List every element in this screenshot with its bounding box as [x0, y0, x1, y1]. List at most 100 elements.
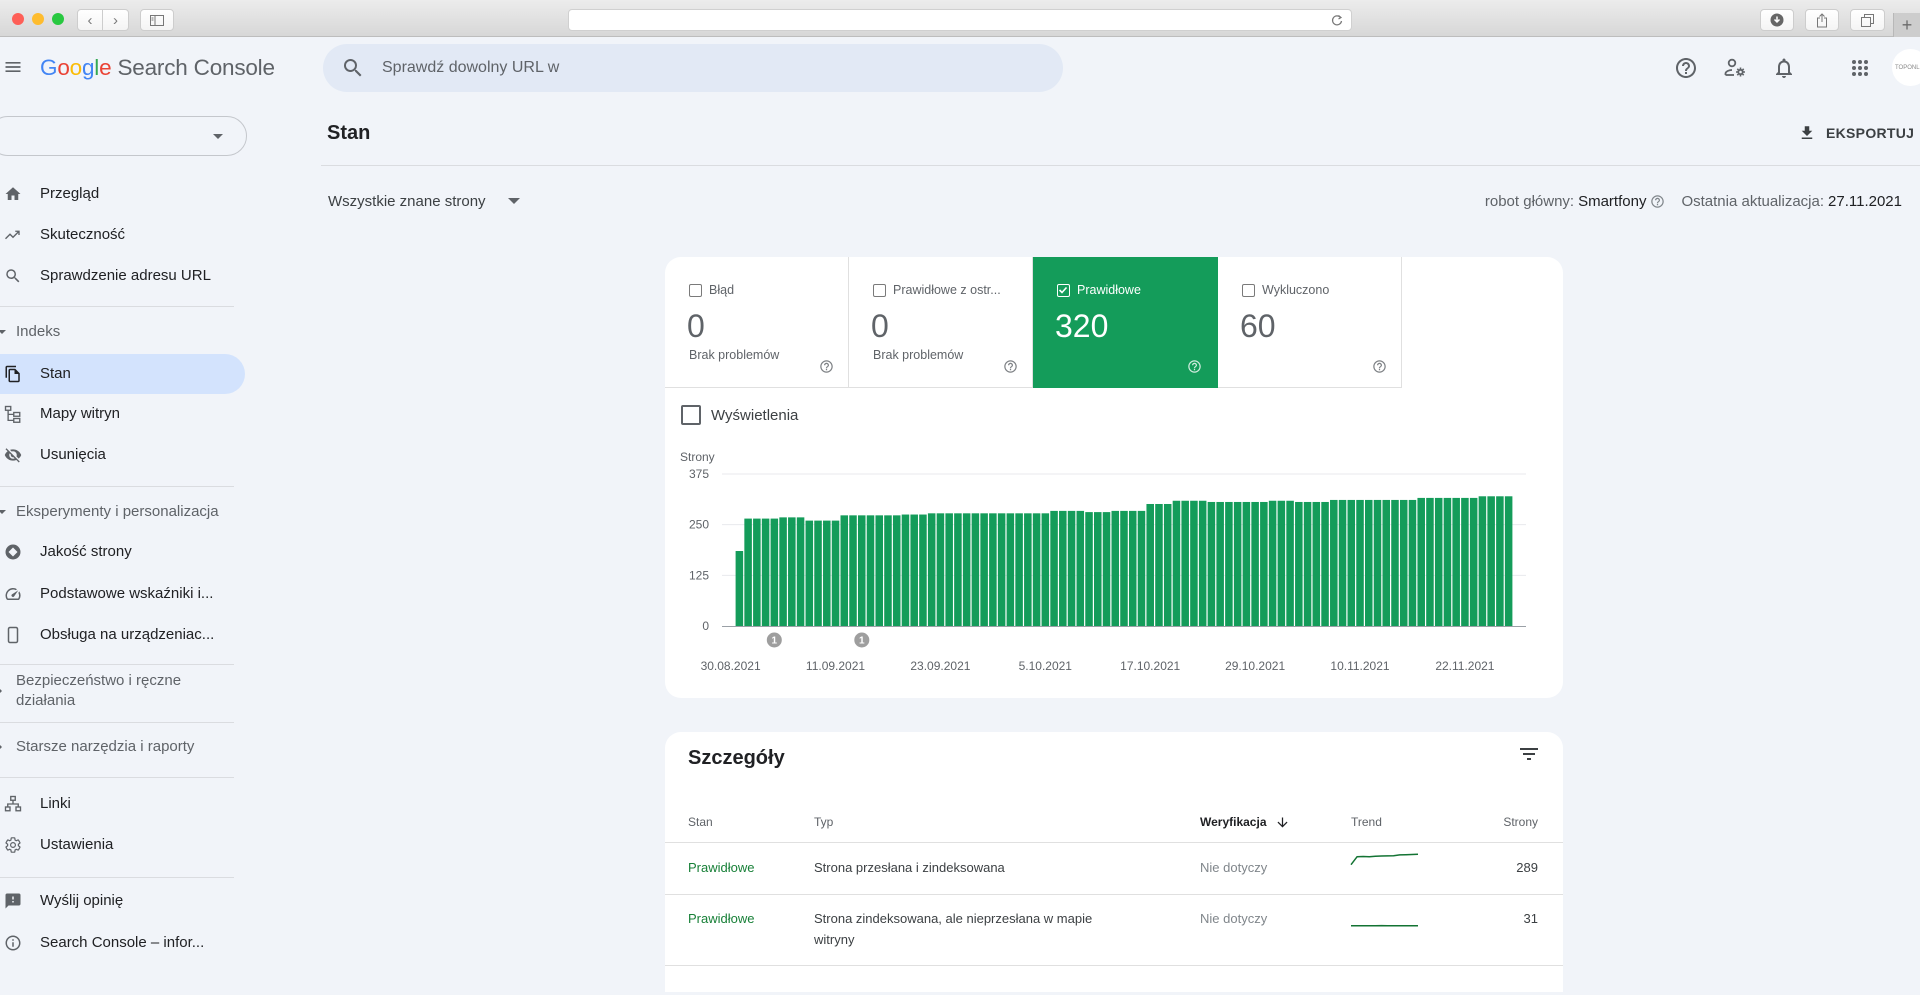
chart-bar[interactable]	[937, 513, 945, 626]
chart-bar[interactable]	[1260, 502, 1268, 626]
chart-bar[interactable]	[1496, 496, 1504, 626]
sidebar-item-performance[interactable]: Skuteczność	[0, 215, 245, 255]
address-bar[interactable]	[568, 9, 1352, 31]
chart-bar[interactable]	[1251, 502, 1259, 626]
impressions-checkbox[interactable]	[681, 405, 701, 425]
chart-bar[interactable]	[1199, 501, 1207, 626]
share-button[interactable]	[1805, 9, 1839, 31]
chart-bar[interactable]	[1216, 502, 1224, 626]
main-menu-button[interactable]	[3, 56, 23, 78]
chart-bar[interactable]	[841, 515, 849, 626]
chart-bar[interactable]	[893, 515, 901, 626]
chart-bar[interactable]	[1111, 511, 1119, 626]
chart-bar[interactable]	[1164, 504, 1172, 626]
checkbox[interactable]	[689, 284, 702, 297]
chart-bar[interactable]	[1295, 502, 1303, 626]
chart-bar[interactable]	[762, 519, 770, 626]
help-icon[interactable]	[1187, 359, 1202, 374]
sidebar-item-removals[interactable]: Usunięcia	[0, 435, 245, 475]
checkbox[interactable]	[1242, 284, 1255, 297]
sidebar-item-sitemaps[interactable]: Mapy witryn	[0, 394, 245, 434]
chart-bar[interactable]	[779, 517, 787, 626]
chart-bar[interactable]	[788, 517, 796, 626]
help-icon[interactable]	[1372, 359, 1387, 374]
chart-bar[interactable]	[1461, 498, 1469, 626]
chart-bar[interactable]	[736, 551, 744, 626]
downloads-button[interactable]	[1760, 9, 1794, 31]
chart-bar[interactable]	[1024, 513, 1032, 626]
chart-bar[interactable]	[1374, 500, 1382, 626]
sidebar-item-url-inspection[interactable]: Sprawdzenie adresu URL	[0, 256, 245, 296]
minimize-window-button[interactable]	[32, 13, 44, 25]
chart-bar[interactable]	[1208, 502, 1216, 626]
zoom-window-button[interactable]	[52, 13, 64, 25]
chart-bar[interactable]	[1059, 511, 1067, 626]
chart-bar[interactable]	[1120, 511, 1128, 626]
chart-bar[interactable]	[1321, 502, 1329, 626]
summary-tab-valid-with-warnings[interactable]: Prawidłowe z ostr... 0 Brak problemów	[849, 257, 1033, 388]
chart-bar[interactable]	[1330, 500, 1338, 626]
chart-bar[interactable]	[1007, 513, 1015, 626]
chart-bar[interactable]	[1155, 504, 1163, 626]
summary-tab-valid[interactable]: Prawidłowe 320	[1033, 257, 1218, 388]
chart-bar[interactable]	[1417, 498, 1425, 626]
close-window-button[interactable]	[12, 13, 24, 25]
new-tab-button[interactable]: +	[1893, 13, 1920, 37]
chart-bar[interactable]	[1129, 511, 1137, 626]
chart-bar[interactable]	[814, 521, 822, 626]
property-selector[interactable]	[0, 116, 247, 156]
chart-bar[interactable]	[823, 521, 831, 626]
google-apps-button[interactable]	[1848, 56, 1872, 80]
summary-tab-excluded[interactable]: Wykluczono 60	[1218, 257, 1402, 388]
chart-bar[interactable]	[1435, 498, 1443, 626]
chart-bar[interactable]	[963, 513, 971, 626]
url-inspection-search[interactable]	[323, 44, 1063, 92]
chart-bar[interactable]	[1339, 500, 1347, 626]
checkbox[interactable]	[873, 284, 886, 297]
table-row[interactable]: Prawidłowe Strona przesłana i zindeksowa…	[665, 842, 1563, 894]
chart-bar[interactable]	[1190, 501, 1198, 626]
page-type-filter-dropdown[interactable]: Wszystkie znane strony	[328, 190, 520, 212]
chart-bar[interactable]	[972, 513, 980, 626]
chart-bar[interactable]	[1426, 498, 1434, 626]
chart-bar[interactable]	[1391, 500, 1399, 626]
help-icon[interactable]	[1650, 194, 1665, 209]
chart-bar[interactable]	[1234, 502, 1242, 626]
chart-bar[interactable]	[998, 513, 1006, 626]
sidebar-item-core-web-vitals[interactable]: Podstawowe wskaźniki i...	[0, 574, 245, 614]
forward-button[interactable]: ›	[103, 9, 129, 31]
sidebar-item-links[interactable]: Linki	[0, 784, 245, 824]
chart-bar[interactable]	[989, 513, 997, 626]
chart-bar[interactable]	[867, 515, 875, 626]
chart-bar[interactable]	[1278, 501, 1286, 626]
chart-bar[interactable]	[1085, 512, 1093, 626]
chart-bar[interactable]	[1138, 511, 1146, 626]
chart-bar[interactable]	[1042, 513, 1050, 626]
reload-icon[interactable]	[1331, 14, 1343, 27]
chart-bar[interactable]	[980, 513, 988, 626]
export-button[interactable]: EKSPORTUJ	[1798, 120, 1914, 146]
chart-bar[interactable]	[1365, 500, 1373, 626]
column-header-pages[interactable]: Strony	[1503, 802, 1538, 842]
chart-bar[interactable]	[1470, 498, 1478, 626]
chart-bar[interactable]	[884, 515, 892, 626]
chart-bar[interactable]	[1313, 502, 1321, 626]
chart-bar[interactable]	[1181, 501, 1189, 626]
chart-bar[interactable]	[771, 519, 779, 626]
chart-bar[interactable]	[744, 519, 752, 626]
chart-bar[interactable]	[1286, 501, 1294, 626]
chart-bar[interactable]	[797, 517, 805, 626]
sidebar-item-mobile-usability[interactable]: Obsługa na urządzeniac...	[0, 615, 245, 655]
chart-bar[interactable]	[1050, 511, 1058, 626]
notifications-button[interactable]	[1772, 56, 1796, 80]
search-icon[interactable]	[341, 56, 365, 80]
help-button[interactable]	[1674, 56, 1698, 80]
chart-bar[interactable]	[1225, 502, 1233, 626]
chart-bar[interactable]	[1444, 498, 1452, 626]
column-header-type[interactable]: Typ	[814, 802, 833, 842]
chart-bar[interactable]	[1077, 511, 1085, 626]
column-header-validation[interactable]: Weryfikacja	[1200, 802, 1290, 842]
chart-bar[interactable]	[910, 515, 918, 626]
chart-bar[interactable]	[875, 515, 883, 626]
address-input[interactable]	[569, 10, 1309, 30]
